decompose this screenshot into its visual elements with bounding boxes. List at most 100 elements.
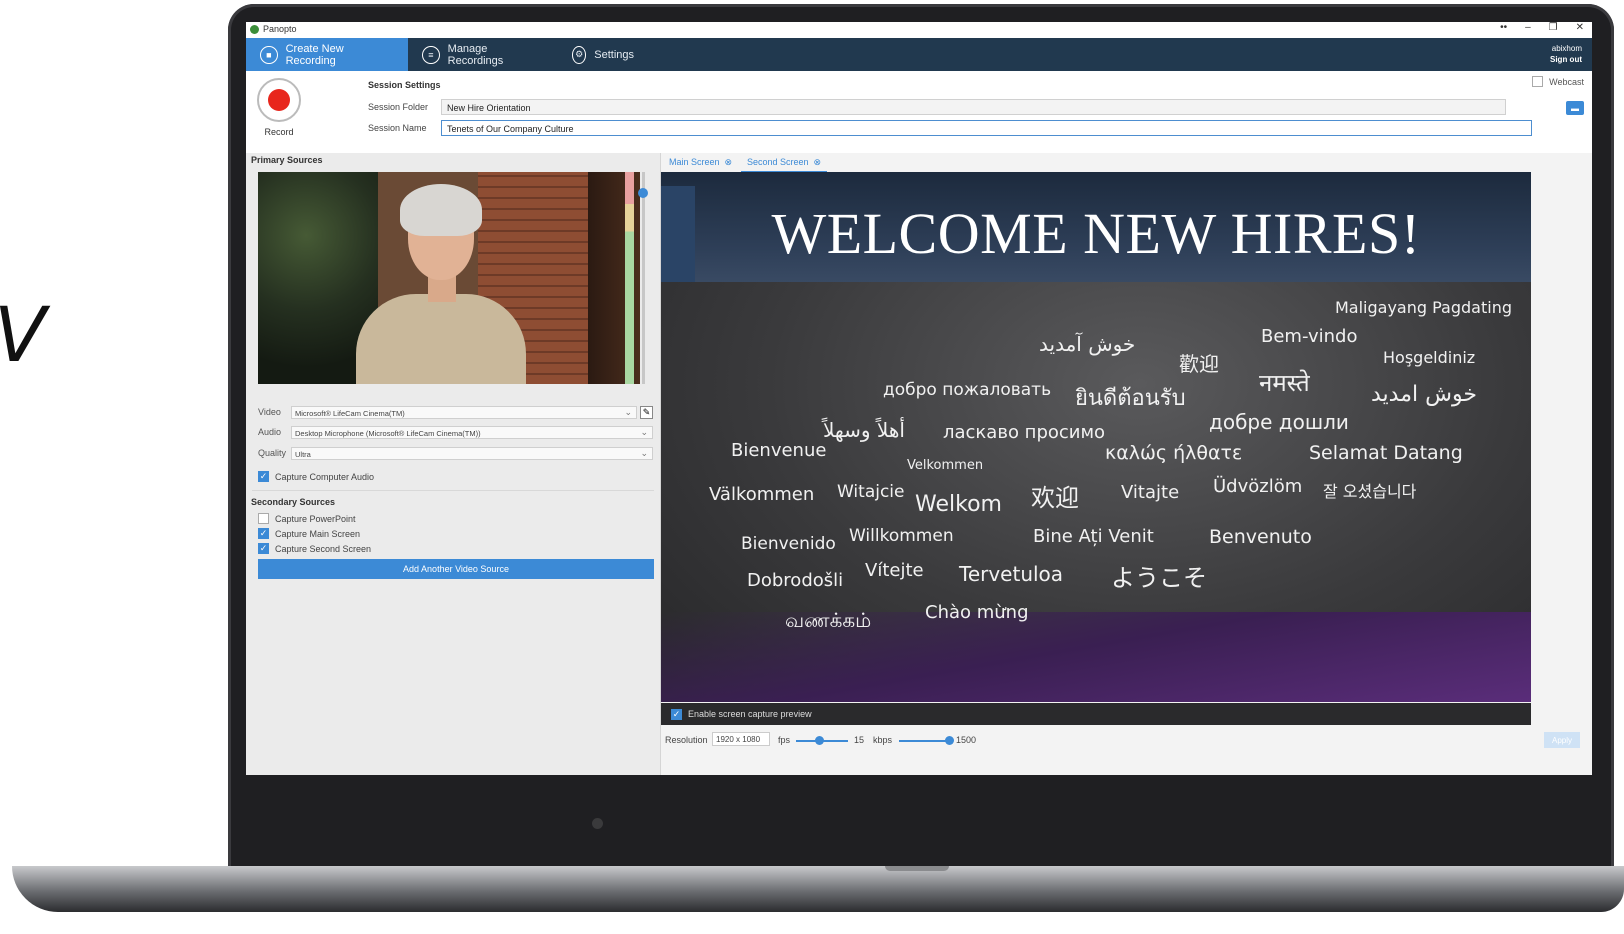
app-window: Panopto •• – ❐ ✕ ■ Create New Recording … [246,22,1592,775]
welcome-word: Chào mừng [925,602,1029,623]
kbps-slider[interactable] [899,736,954,745]
minimize-button[interactable]: – [1525,22,1531,33]
edge-glyph-fragment: V [0,290,46,379]
resolution-value: 1920 x 1080 [716,735,761,744]
quality-label: Quality [258,448,287,458]
session-name-field[interactable]: Tenets of Our Company Culture [441,120,1532,136]
capture-second-screen-checkbox[interactable]: ✓ [258,543,269,554]
enable-preview-checkbox[interactable]: ✓ [671,708,682,720]
fps-slider-knob[interactable] [814,736,824,745]
app-title-area: Panopto [250,24,297,34]
welcome-word: Välkommen [709,484,815,505]
primary-sources-heading: Primary Sources [251,155,323,165]
capture-main-screen-label: Capture Main Screen [275,528,361,539]
laptop-base [12,866,1624,912]
kbps-slider-knob[interactable] [944,736,954,745]
webcam-preview [258,172,640,384]
sign-out-link[interactable]: Sign out [1550,55,1582,64]
capture-computer-audio-option[interactable]: ✓ Capture Computer Audio [258,471,374,482]
apply-button[interactable]: Apply [1544,732,1580,748]
tab-manage-recordings[interactable]: ≡ Manage Recordings [408,38,558,71]
tab-label: Manage Recordings [447,42,504,67]
record-label: Record [264,127,294,137]
webcast-option[interactable]: Webcast [1532,76,1584,87]
welcome-word: ласкаво просимо [943,422,1106,443]
record-icon [268,89,290,111]
welcome-word: خوش امدید [1371,382,1477,407]
audio-source-value: Desktop Microphone (Microsoft® LifeCam C… [295,429,481,438]
welcome-word: ようこそ [1111,564,1207,592]
pin-icon[interactable]: •• [1500,22,1507,33]
welcome-word: Bem-vindo [1261,326,1358,347]
audio-gain-slider[interactable] [638,172,648,384]
video-settings-wrench-icon[interactable]: ✎ [640,406,653,419]
webcast-label: Webcast [1549,76,1584,87]
capture-powerpoint-label: Capture PowerPoint [275,513,356,524]
welcome-word: Benvenuto [1209,526,1312,548]
welcome-word: नमस्ते [1259,369,1310,397]
panopto-logo-icon [250,24,259,34]
screen-preview-panel: Main Screen ⊗ Second Screen ⊗ WELCOME NE… [661,153,1592,775]
gear-icon: ⚙ [572,45,587,64]
welcome-word: Hoşgeldiniz [1383,348,1476,367]
tab-settings[interactable]: ⚙ Settings [558,38,648,71]
capture-powerpoint-checkbox[interactable] [258,513,269,524]
secondary-sources-heading: Secondary Sources [251,497,336,507]
session-name-label: Session Name [368,123,427,133]
welcome-word: 歡迎 [1179,352,1219,376]
welcome-word: Velkommen [907,458,984,473]
title-bar: Panopto •• – ❐ ✕ [246,22,1592,38]
capture-powerpoint-option[interactable]: Capture PowerPoint [258,513,356,524]
quality-select[interactable]: Ultra ⌄ [291,447,653,460]
video-source-select[interactable]: Microsoft® LifeCam Cinema(TM) ⌄ [291,406,637,419]
video-label: Video [258,407,281,417]
welcome-word: வணக்கம் [785,608,872,632]
session-folder-field[interactable]: New Hire Orientation [441,99,1506,115]
welcome-word: ยินดีต้อนรับ [1075,386,1186,411]
camera-icon: ■ [260,45,278,64]
resolution-select[interactable]: 1920 x 1080 [712,732,770,746]
welcome-word: καλώς ήλθατε [1105,442,1243,464]
audio-source-select[interactable]: Desktop Microphone (Microsoft® LifeCam C… [291,426,653,439]
restore-button[interactable]: ❐ [1549,22,1558,33]
tab-main-screen[interactable]: Main Screen ⊗ [663,153,738,171]
record-button[interactable] [257,78,301,122]
tab-label: Settings [594,48,634,61]
welcome-word: добро пожаловать [883,380,1052,400]
window-controls: •• – ❐ ✕ [1500,22,1584,33]
capture-computer-audio-label: Capture Computer Audio [275,471,375,482]
enable-preview-option[interactable]: ✓ Enable screen capture preview [661,703,1531,725]
tab-label: Main Screen [669,157,720,167]
welcome-word: Tervetuloa [959,562,1064,586]
audio-gain-knob[interactable] [638,188,648,198]
welcome-word: Welkom [915,492,1002,517]
webcast-checkbox[interactable] [1532,76,1544,87]
welcome-word: Witajcie [837,482,905,502]
capture-second-screen-option[interactable]: ✓ Capture Second Screen [258,543,371,554]
tab-label: Second Screen [747,157,809,167]
fps-slider[interactable] [796,736,848,745]
tab-second-screen[interactable]: Second Screen ⊗ [741,153,828,173]
capture-computer-audio-checkbox[interactable]: ✓ [258,471,269,482]
kbps-label: kbps [873,735,893,745]
slide-title: WELCOME NEW HIRES! [771,201,1421,266]
welcome-word: Selamat Datang [1309,442,1463,464]
session-settings-heading: Session Settings [368,80,441,90]
app-title: Panopto [263,24,297,34]
close-button[interactable]: ✕ [1576,22,1584,33]
folder-picker-button[interactable]: ▬ [1566,101,1584,115]
welcome-word: Üdvözlöm [1213,476,1303,497]
welcome-word: خوش آمدید [1039,332,1136,356]
username: abixhom [1551,44,1582,53]
close-circle-icon[interactable]: ⊗ [814,157,822,168]
welcome-word: Bine Ați Venit [1033,526,1154,547]
capture-main-screen-checkbox[interactable]: ✓ [258,528,269,539]
enable-preview-label: Enable screen capture preview [688,709,812,719]
add-video-source-button[interactable]: Add Another Video Source [258,559,654,579]
capture-main-screen-option[interactable]: ✓ Capture Main Screen [258,528,360,539]
tab-create-new-recording[interactable]: ■ Create New Recording [246,38,408,71]
capture-second-screen-label: Capture Second Screen [275,543,372,554]
close-circle-icon[interactable]: ⊗ [725,157,733,168]
nav-bar: ■ Create New Recording ≡ Manage Recordin… [246,38,1592,71]
welcome-word: Vitajte [1121,482,1180,503]
